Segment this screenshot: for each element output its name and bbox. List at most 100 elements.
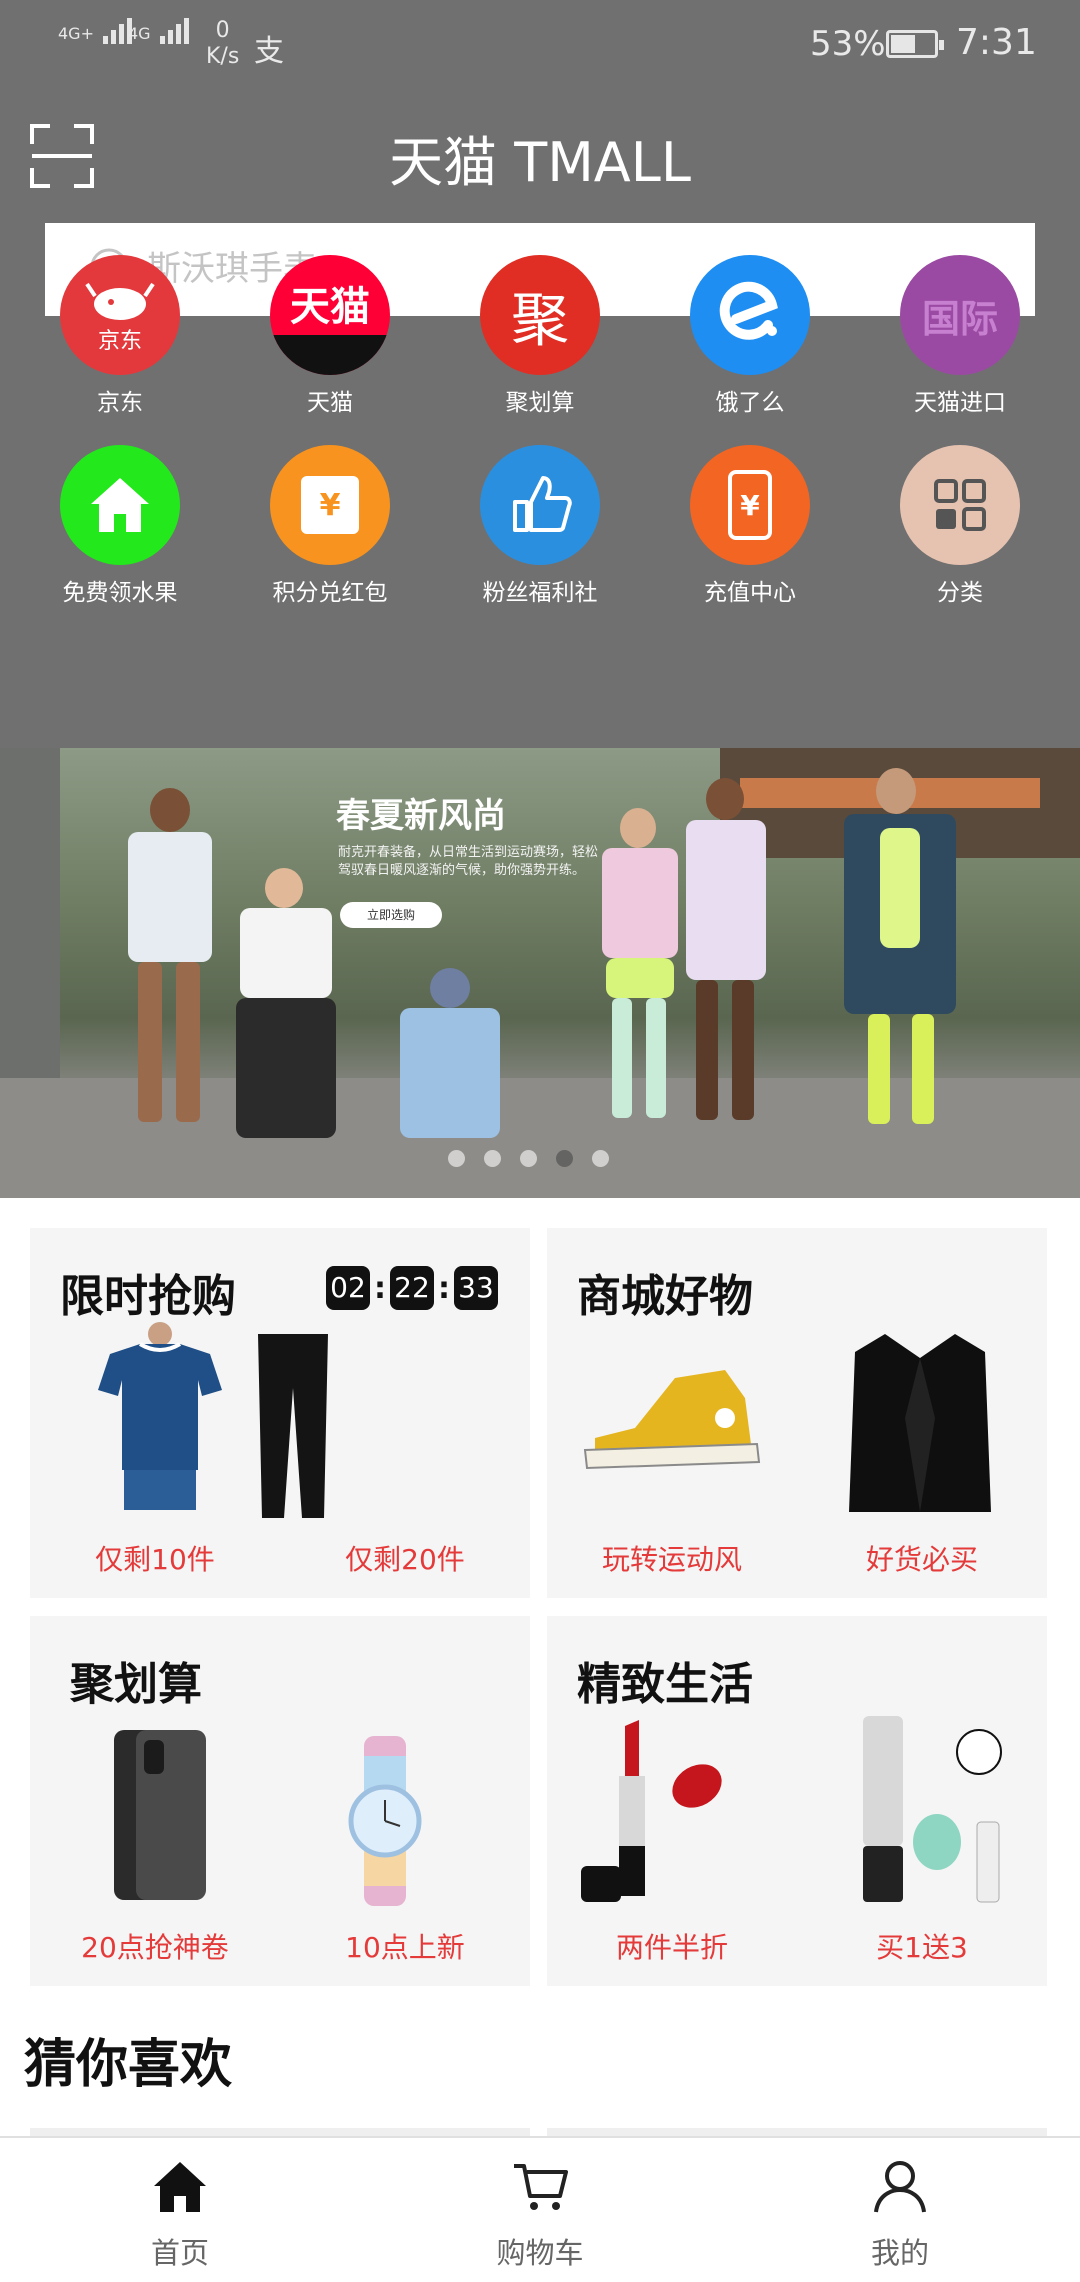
category-fan-benefits[interactable]: 粉丝福利社: [450, 445, 630, 607]
banner-shop-now-button[interactable]: 立即选购: [340, 902, 442, 928]
tmall-icon: 天猫: [270, 255, 390, 375]
category-classify[interactable]: 分类: [870, 445, 1050, 607]
category-eleme[interactable]: 饿了么: [660, 255, 840, 417]
home-icon: [60, 445, 180, 565]
carousel-indicator: [448, 1150, 628, 1171]
banner-subtitle: 耐克开春装备，从日常生活到运动赛场，轻松驾驭春日暖风逐渐的气候，助你强势开练。: [338, 845, 599, 878]
category-label: 充值中心: [704, 580, 796, 606]
countdown-timer: 02 : 22 : 33: [326, 1266, 498, 1310]
carousel-dot[interactable]: [520, 1150, 537, 1167]
bottom-tab-bar: 首页 购物车 我的: [0, 2136, 1080, 2280]
card-title: 精致生活: [577, 1659, 753, 1710]
product-caption: 20点抢神卷: [81, 1931, 229, 1964]
countdown-hours: 02: [326, 1266, 370, 1310]
tmall-global-icon: 国际: [900, 255, 1020, 375]
tab-profile[interactable]: 我的: [800, 2138, 1000, 2282]
countdown-seconds: 33: [454, 1266, 498, 1310]
category-tmall[interactable]: 天猫 天猫: [240, 255, 420, 417]
tab-label: 首页: [150, 2236, 209, 2270]
carousel-dot[interactable]: [484, 1150, 501, 1167]
carousel-dot[interactable]: [592, 1150, 609, 1167]
countdown-separator: :: [438, 1270, 450, 1306]
battery-fill: [891, 35, 916, 53]
banner-model: [670, 778, 780, 1148]
banner-title: 春夏新风尚: [336, 796, 506, 836]
category-tmall-global[interactable]: 国际 天猫进口: [870, 255, 1050, 417]
tab-cart[interactable]: 购物车: [440, 2138, 640, 2282]
category-juhuasuan[interactable]: 聚 聚划算: [450, 255, 630, 417]
category-label: 积分兑红包: [272, 580, 388, 606]
net-speed-unit: K/s: [206, 44, 240, 69]
category-label: 聚划算: [505, 390, 575, 416]
header: 天猫 TMALL 京东 京东 天猫 天猫 聚 聚划算: [0, 90, 1080, 748]
product-lipstick-image[interactable]: [577, 1716, 747, 1916]
user-icon: [874, 2161, 926, 2213]
clock: 7:31: [956, 22, 1037, 63]
eleme-icon: [690, 255, 810, 375]
tmall-icon-text: 天猫: [290, 284, 370, 330]
card-title: 商城好物: [577, 1271, 753, 1322]
product-caption: 玩转运动风: [601, 1543, 742, 1576]
category-points-redeem[interactable]: ¥ 积分兑红包: [240, 445, 420, 607]
recharge-icon-text: ¥: [740, 488, 760, 522]
product-caption: 仅剩20件: [345, 1543, 465, 1576]
product-caption: 好货必买: [865, 1543, 978, 1576]
product-cosmetics-image[interactable]: [827, 1712, 1027, 1912]
banner-model: [210, 868, 360, 1168]
tmall-global-icon-text: 国际: [921, 296, 998, 341]
juhuasuan-icon-text: 聚: [510, 286, 569, 354]
category-label: 天猫进口: [914, 390, 1006, 416]
category-label: 饿了么: [715, 390, 785, 416]
carousel-dot-active[interactable]: [556, 1150, 573, 1167]
product-tshirt-image[interactable]: [90, 1320, 230, 1520]
signal-bars-icon: [157, 18, 189, 44]
battery-percent: 53%: [810, 24, 886, 64]
category-label: 天猫: [307, 390, 353, 416]
product-pants-image[interactable]: [248, 1328, 338, 1528]
card-title: 聚划算: [70, 1659, 202, 1710]
juhuasuan-icon: 聚: [480, 255, 600, 375]
category-recharge[interactable]: ¥ 充值中心: [660, 445, 840, 607]
network-type-label: 4G+: [58, 24, 94, 43]
product-caption: 两件半折: [615, 1931, 728, 1964]
product-caption: 10点上新: [345, 1931, 465, 1964]
banner-model: [380, 968, 520, 1168]
phone-recharge-icon: ¥: [690, 445, 810, 565]
category-label: 粉丝福利社: [482, 580, 598, 606]
promo-banner[interactable]: 春夏新风尚 耐克开春装备，从日常生活到运动赛场，轻松驾驭春日暖风逐渐的气候，助你…: [0, 748, 1080, 1198]
product-caption: 仅剩10件: [95, 1543, 215, 1576]
product-sneaker-image[interactable]: [575, 1358, 765, 1478]
card-flash-sale[interactable]: 限时抢购 02 : 22 : 33 仅剩10件 仅剩20件: [30, 1228, 530, 1598]
card-mall-goods[interactable]: 商城好物 玩转运动风 好货必买: [547, 1228, 1047, 1598]
net-speed: 0 K/s: [206, 18, 239, 70]
banner-model: [820, 768, 980, 1148]
status-bar: 4G+ 4G 0 K/s 支 53% 7:31: [0, 0, 1080, 90]
card-title: 限时抢购: [60, 1271, 236, 1322]
alipay-icon: 支: [254, 34, 284, 69]
countdown-separator: :: [374, 1270, 386, 1306]
product-watch-image[interactable]: [330, 1736, 440, 1906]
product-caption: 买1送3: [876, 1931, 968, 1964]
product-blazer-image[interactable]: [845, 1328, 995, 1518]
section-title-guess-you-like: 猜你喜欢: [24, 2035, 233, 2095]
jd-icon: 京东: [60, 255, 180, 375]
home-icon: [154, 2162, 206, 2212]
grid-icon: [900, 445, 1020, 565]
envelope-icon-text: ¥: [319, 487, 341, 523]
signal-2: 4G: [128, 18, 189, 44]
category-label: 分类: [937, 580, 983, 606]
carousel-dot[interactable]: [448, 1150, 465, 1167]
tab-label: 我的: [870, 2236, 929, 2270]
countdown-minutes: 22: [390, 1266, 434, 1310]
cart-icon: [514, 2164, 568, 2210]
thumbs-up-icon: [480, 445, 600, 565]
card-exquisite-life[interactable]: 精致生活 两件半折 买1送3: [547, 1616, 1047, 1986]
category-label: 京东: [97, 390, 143, 416]
tab-label: 购物车: [496, 2236, 584, 2270]
category-jd[interactable]: 京东 京东: [30, 255, 210, 417]
product-phone-image[interactable]: [110, 1726, 210, 1906]
signal-1: 4G+: [58, 18, 133, 44]
tab-home[interactable]: 首页: [80, 2138, 280, 2282]
card-juhuasuan[interactable]: 聚划算 20点抢神卷 10点上新: [30, 1616, 530, 1986]
category-free-fruit[interactable]: 免费领水果: [30, 445, 210, 607]
